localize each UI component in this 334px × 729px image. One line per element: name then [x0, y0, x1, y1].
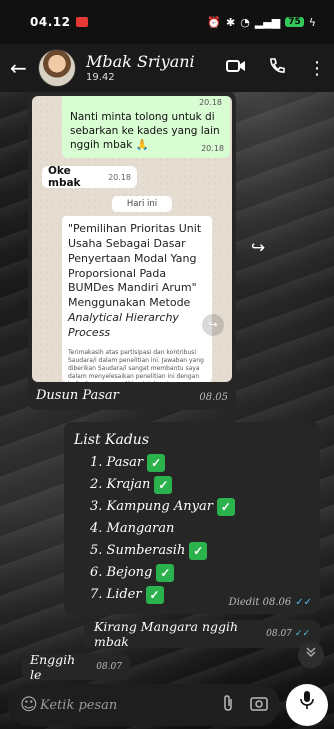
incoming-message[interactable]: Enggih le 08.07 — [22, 652, 130, 682]
message-input[interactable] — [40, 697, 206, 713]
mic-button[interactable] — [286, 684, 328, 726]
incoming-time: 08.07 — [96, 662, 122, 672]
screenshot-incoming-text: Oke mbak — [48, 165, 81, 189]
camera-icon[interactable] — [250, 695, 268, 715]
list-title: List Kadus — [74, 432, 150, 448]
image-caption: Dusun Pasar — [36, 388, 119, 403]
chat-messages[interactable]: 20.18 Nanti minta tolong untuk di sebark… — [0, 92, 334, 682]
image-message[interactable]: 20.18 Nanti minta tolong untuk di sebark… — [28, 92, 236, 410]
doc-title-italic: Analytical Hierarchy Process — [68, 311, 179, 339]
check-icon: ✓ — [216, 498, 235, 516]
outgoing-time: 08.07 — [266, 629, 292, 639]
check-icon: ✓ — [147, 454, 166, 472]
scroll-down-button[interactable] — [298, 642, 324, 668]
outgoing-message[interactable]: Kirang Mangara nggih mbak 08.07 ✓✓ — [84, 619, 320, 649]
signal-icon: ▂▄▆ — [254, 15, 281, 29]
forward-icon[interactable]: ↪ — [244, 234, 272, 262]
back-arrow-icon[interactable]: ← — [10, 56, 38, 80]
wifi-icon: ◔ — [240, 15, 250, 29]
video-call-icon[interactable] — [226, 58, 246, 79]
avatar[interactable] — [38, 49, 76, 87]
screenshot-forward-icon: ↪ — [202, 314, 224, 336]
chat-header: ← Mbak Sriyani 19.42 ⋮ — [0, 44, 334, 92]
screenshot-outgoing-time: 20.18 — [201, 144, 224, 154]
alarm-icon: ⏰ — [207, 15, 221, 29]
list-item: 6. Bejong ✓ — [90, 562, 310, 584]
screenshot-incoming-time: 20.18 — [108, 172, 131, 182]
screenshot-document-preview: "Pemilihan Prioritas Unit Usaha Sebagai … — [62, 216, 212, 382]
read-ticks-icon: ✓✓ — [294, 629, 310, 639]
doc-title: "Pemilihan Prioritas Unit Usaha Sebagai … — [68, 222, 202, 310]
list-item: 3. Kampung Anyar ✓ — [90, 496, 310, 518]
read-ticks-icon: ✓✓ — [295, 597, 312, 608]
screenshot-time: 20.18 — [199, 98, 222, 107]
list-meta: Diedit 08.06 — [228, 597, 292, 608]
screenshot-outgoing-text: Nanti minta tolong untuk di sebarkan ke … — [70, 111, 220, 152]
check-icon: ✓ — [145, 586, 164, 604]
kadus-list: 1. Pasar ✓ 2. Krajan ✓ 3. Kampung Anyar ✓ 4… — [74, 452, 310, 606]
screenshot-outgoing-bubble: 20.18 Nanti minta tolong untuk di sebark… — [62, 96, 230, 158]
paperclip-icon[interactable] — [222, 694, 234, 716]
outgoing-text: Kirang Mangara nggih mbak — [94, 619, 239, 649]
incoming-text: Enggih le — [30, 652, 76, 682]
screenshot-date-pill: Hari ini — [112, 196, 172, 212]
doc-body: Terimakasih atas partisipasi dan kontrib… — [68, 348, 204, 382]
check-icon: ✓ — [154, 476, 173, 494]
status-time: 04.12 — [30, 15, 71, 29]
status-bar: 04.12 ⏰ ✱ ◔ ▂▄▆ 75 ϟ — [0, 0, 334, 44]
charging-icon: ϟ — [308, 15, 316, 29]
screenshot-incoming-bubble: Oke mbak 20.18 — [42, 165, 137, 189]
check-icon: ✓ — [189, 542, 208, 560]
list-item: 2. Krajan ✓ — [90, 474, 310, 496]
contact-name: Mbak Sriyani — [86, 51, 195, 71]
voice-call-icon[interactable] — [268, 57, 286, 80]
contact-info[interactable]: Mbak Sriyani 19.42 — [86, 53, 195, 84]
list-item: 5. Sumberasih ✓ — [90, 540, 310, 562]
emoji-icon[interactable]: ☺ — [20, 695, 40, 715]
list-message[interactable]: List Kadus 1. Pasar ✓ 2. Krajan ✓ 3. Kampu… — [64, 422, 320, 614]
bluetooth-icon: ✱ — [225, 15, 236, 29]
image-time: 08.05 — [199, 392, 228, 403]
status-icons: ⏰ ✱ ◔ ▂▄▆ 75 ϟ — [207, 16, 316, 29]
message-composer: ☺ — [8, 684, 280, 726]
contact-last-seen: 19.42 — [86, 72, 115, 84]
battery-icon: 75 — [285, 17, 304, 27]
list-item: 4. Mangaran — [90, 521, 175, 536]
check-icon: ✓ — [156, 564, 175, 582]
notification-icon — [76, 17, 89, 27]
list-item: 1. Pasar ✓ — [90, 452, 310, 474]
more-options-icon[interactable]: ⋮ — [308, 58, 326, 79]
screenshot-image[interactable]: 20.18 Nanti minta tolong untuk di sebark… — [32, 96, 232, 382]
